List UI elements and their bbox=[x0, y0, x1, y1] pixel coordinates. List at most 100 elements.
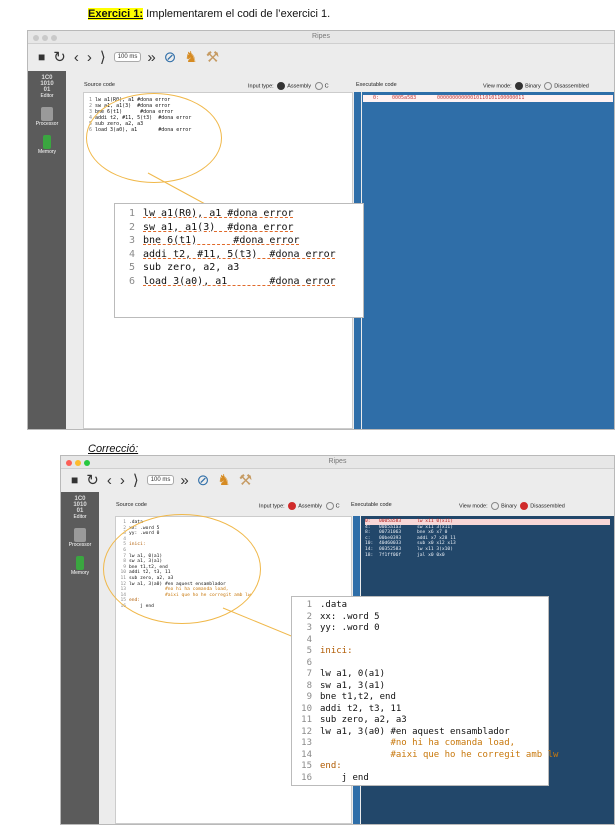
close-icon[interactable] bbox=[66, 460, 72, 466]
code-text: sw a1, a1(3) #dona error bbox=[143, 221, 294, 233]
processor-select-icon[interactable]: ♞ bbox=[217, 473, 230, 488]
code-line[interactable]: 14 #aixi que ho he corregit amb lw bbox=[296, 750, 558, 762]
window-controls bbox=[33, 34, 60, 46]
stop-icon[interactable]: ■ bbox=[38, 51, 45, 63]
code-line[interactable]: 7 lw a1, 0(a1) bbox=[296, 669, 544, 681]
highlight-ellipse bbox=[86, 93, 222, 183]
code-line[interactable]: 13 #no hi ha comanda load, bbox=[296, 738, 544, 750]
executable-view[interactable]: 0: 0005a583 0000000000001011010110000001… bbox=[362, 92, 614, 429]
exec-address: 0: bbox=[373, 95, 380, 101]
step-back-icon[interactable]: ‹ bbox=[74, 50, 79, 65]
sidebar: 1C0 1010 01 Editor Processor Memory bbox=[61, 492, 99, 824]
build-icon[interactable]: ⚒ bbox=[239, 473, 252, 488]
exec-hex: 0005a583 bbox=[392, 95, 417, 101]
compass-icon[interactable]: ⊘ bbox=[197, 473, 210, 488]
step-back-icon[interactable]: ‹ bbox=[107, 473, 112, 488]
code-text: lw a1, 3(a0) #en aquest ensamblador bbox=[320, 726, 510, 737]
code-line[interactable]: 5 sub zero, a2, a3 bbox=[119, 261, 359, 275]
exec-disassembly: lw x11 0(x11) bbox=[417, 519, 453, 524]
binary-radio[interactable] bbox=[515, 82, 524, 90]
sidebar-item-label: Editor bbox=[40, 93, 54, 99]
sidebar-item-processor[interactable]: Processor bbox=[61, 524, 99, 552]
step-forward-icon[interactable]: › bbox=[120, 473, 125, 488]
code-text: load 3(a0), a1 #dona error bbox=[143, 275, 336, 287]
code-line[interactable]: 1 lw a1(R0), a1 #dona error bbox=[119, 207, 359, 221]
view-mode: View mode: Binary Disassembled bbox=[483, 82, 589, 90]
memory-icon bbox=[76, 556, 84, 570]
c-radio[interactable] bbox=[325, 502, 334, 510]
binary-radio[interactable] bbox=[491, 502, 500, 510]
sidebar: 1C0 1010 01 Editor Processor Memory bbox=[28, 71, 66, 429]
window-title: Ripes bbox=[328, 458, 347, 465]
sidebar-item-editor[interactable]: 1C0 1010 01 Editor bbox=[28, 71, 66, 103]
code-line[interactable]: 3 bne 6(t1) #dona error bbox=[119, 234, 359, 248]
speed-select[interactable]: 100 ms bbox=[146, 475, 175, 485]
line-number: 2 bbox=[128, 221, 135, 233]
code-line[interactable]: 1 .data bbox=[296, 600, 544, 612]
processor-select-icon[interactable]: ♞ bbox=[184, 50, 197, 65]
code-line[interactable]: 12 lw a1, 3(a0) #en aquest ensamblador bbox=[296, 727, 544, 739]
code-line[interactable]: 10 addi t2, t3, 11 bbox=[296, 704, 544, 716]
zoom-icon[interactable] bbox=[51, 35, 57, 41]
assembly-radio[interactable] bbox=[288, 502, 297, 510]
code-line[interactable]: 2 sw a1, a1(3) #dona error bbox=[119, 221, 359, 235]
sidebar-item-label: Processor bbox=[68, 542, 92, 548]
sidebar-item-memory[interactable]: Memory bbox=[61, 552, 99, 580]
code-text: sub zero, a2, a3 bbox=[143, 262, 240, 273]
stop-icon[interactable]: ■ bbox=[71, 474, 78, 486]
code-line[interactable]: 5 inici: bbox=[296, 646, 544, 658]
exec-disassembly: sw x11 3(x11) bbox=[417, 524, 453, 530]
reset-icon[interactable]: ↻ bbox=[86, 473, 99, 488]
line-number: 5 bbox=[306, 646, 312, 656]
code-line[interactable]: 16 j end bbox=[296, 773, 544, 785]
input-type: Input type: Assembly C bbox=[248, 82, 329, 90]
view-mode-label: View mode: bbox=[459, 503, 488, 510]
processor-icon bbox=[74, 528, 86, 542]
step-forward-icon[interactable]: › bbox=[87, 50, 92, 65]
minimize-icon[interactable] bbox=[75, 460, 81, 466]
disassembled-radio[interactable] bbox=[544, 82, 553, 90]
code-line[interactable]: 8 sw a1, 3(a1) bbox=[296, 681, 544, 693]
line-number: 1 bbox=[306, 600, 312, 610]
speed-select[interactable]: 100 ms bbox=[113, 52, 142, 62]
exec-disassembly: jal x0 0x0 bbox=[417, 552, 445, 558]
code-line[interactable]: 3 yy: .word 0 bbox=[296, 623, 544, 635]
fast-forward-icon[interactable]: » bbox=[180, 473, 188, 488]
code-line[interactable]: 2 xx: .word 5 bbox=[296, 612, 544, 624]
minimize-icon[interactable] bbox=[42, 35, 48, 41]
editor-logo-icon: 1C0 1010 01 bbox=[73, 496, 87, 514]
code-line[interactable]: 4 addi t2, #11, 5(t3) #dona error bbox=[119, 248, 359, 262]
line-number: 4 bbox=[128, 248, 135, 260]
code-line[interactable]: 6 bbox=[296, 658, 544, 670]
assembly-radio[interactable] bbox=[277, 82, 286, 90]
sidebar-item-editor[interactable]: 1C0 1010 01 Editor bbox=[61, 492, 99, 524]
sidebar-item-memory[interactable]: Memory bbox=[28, 131, 66, 159]
code-text: #no hi ha comanda load, bbox=[320, 738, 516, 748]
exec-row-highlighted[interactable]: 0: 0005a583 0000000000001011010110000001… bbox=[363, 95, 613, 102]
code-line[interactable]: 9 bne t1,t2, end bbox=[296, 692, 544, 704]
sidebar-item-label: Editor bbox=[73, 514, 87, 520]
c-radio[interactable] bbox=[314, 82, 323, 90]
exec-disassembly: lw x11 3(x10) bbox=[417, 546, 453, 552]
code-line[interactable]: 15 end: bbox=[296, 761, 544, 773]
exec-rows: 0: 0005a583 lw x11 0(x11) 4: 00b5a1a3 sw x11 … bbox=[361, 516, 614, 561]
code-line[interactable]: 11 sub zero, a2, a3 bbox=[296, 715, 544, 727]
zoom-icon[interactable] bbox=[84, 460, 90, 466]
build-icon[interactable]: ⚒ bbox=[206, 50, 219, 65]
toolbar: ■ ↻ ‹ › ⟩ 100 ms » ⊘ ♞ ⚒ bbox=[71, 470, 260, 490]
disassembled-label: Disassembled bbox=[554, 83, 589, 90]
code-text: j end bbox=[320, 772, 369, 783]
fast-forward-icon[interactable]: » bbox=[147, 50, 155, 65]
clock-icon[interactable]: ⟩ bbox=[133, 473, 139, 488]
reset-icon[interactable]: ↻ bbox=[53, 50, 66, 65]
code-line[interactable]: 4 bbox=[296, 635, 544, 647]
disassembled-radio[interactable] bbox=[520, 502, 529, 510]
compass-icon[interactable]: ⊘ bbox=[164, 50, 177, 65]
exec-row[interactable]: 18: 7f1ff06f jal x0 0x0 bbox=[365, 553, 610, 559]
line-number: 15 bbox=[301, 761, 312, 771]
sidebar-item-processor[interactable]: Processor bbox=[28, 103, 66, 131]
code-line[interactable]: 6 load 3(a0), a1 #dona error bbox=[119, 275, 359, 289]
close-icon[interactable] bbox=[33, 35, 39, 41]
executable-code-label: Executable code bbox=[351, 502, 392, 508]
clock-icon[interactable]: ⟩ bbox=[100, 50, 106, 65]
